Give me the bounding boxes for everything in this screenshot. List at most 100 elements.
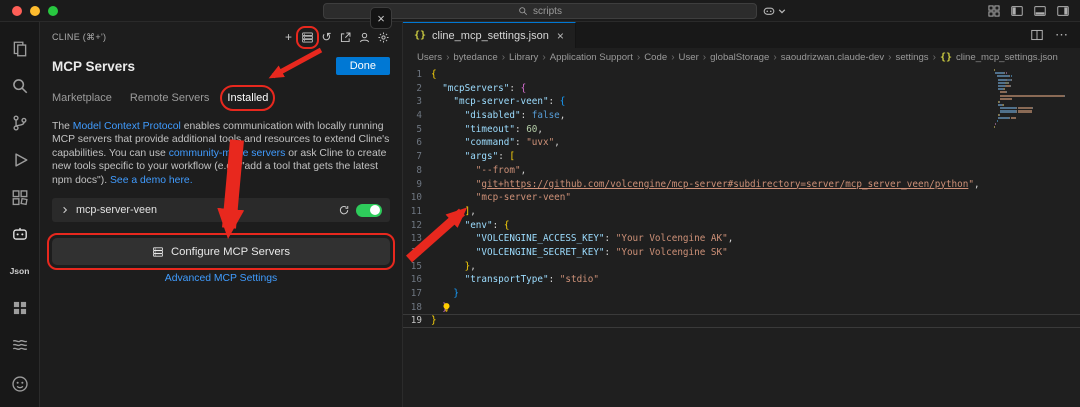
breadcrumb-item[interactable]: Library — [509, 52, 538, 63]
close-tab-icon[interactable]: × — [557, 29, 564, 43]
toggle-secondary-sidebar-icon[interactable] — [1056, 4, 1070, 18]
code-line-5[interactable]: 5 "timeout": 60, — [403, 123, 1080, 137]
code-line-3[interactable]: 3 "mcp-server-veen": { — [403, 95, 1080, 109]
code-line-16[interactable]: 16 "transportType": "stdio" — [403, 273, 1080, 287]
activity-item-cline[interactable] — [9, 223, 31, 245]
minimize-window-button[interactable] — [30, 6, 40, 16]
chevron-down-icon — [778, 7, 786, 15]
breadcrumb[interactable]: Users›bytedance›Library›Application Supp… — [403, 48, 1080, 66]
breadcrumb-item[interactable]: settings — [896, 52, 929, 63]
description-link[interactable]: See a demo here. — [110, 175, 193, 186]
breadcrumb-item[interactable]: saoudrizwan.claude-dev — [781, 52, 884, 63]
description-link[interactable]: Model Context Protocol — [73, 121, 181, 132]
activity-item-blocks[interactable] — [9, 297, 31, 319]
history-button[interactable]: ↺ — [320, 31, 333, 44]
vscode-window: scripts Json × CLINE (⌘+') + ↺ — [0, 0, 1080, 407]
server-enabled-toggle[interactable] — [356, 204, 382, 217]
new-task-button[interactable]: + — [282, 31, 295, 44]
lightbulb-icon[interactable] — [441, 302, 452, 313]
server-row[interactable]: mcp-server-veen — [52, 198, 390, 222]
search-icon — [518, 6, 528, 16]
tab-installed[interactable]: Installed — [227, 92, 268, 104]
advanced-mcp-settings-link[interactable]: Advanced MCP Settings — [52, 273, 390, 284]
code-line-14[interactable]: 14 "VOLCENGINE_SECRET_KEY": "Your Volcen… — [403, 246, 1080, 260]
more-actions-icon[interactable]: ⋯ — [1055, 27, 1068, 43]
code-editor[interactable]: 1{2 "mcpServers": {3 "mcp-server-veen": … — [403, 66, 1080, 407]
search-icon — [11, 77, 29, 95]
extensions-icon — [11, 188, 29, 206]
code-line-19[interactable]: 19} — [403, 314, 1080, 328]
code-line-1[interactable]: 1{ — [403, 68, 1080, 82]
activity-item-json[interactable]: Json — [9, 260, 31, 282]
activity-item-run-debug[interactable] — [9, 149, 31, 171]
layout-grid-icon[interactable] — [987, 4, 1001, 18]
line-number: 14 — [403, 246, 431, 260]
copilot-menu[interactable] — [762, 4, 786, 18]
line-number: 1 — [403, 68, 431, 82]
tab-remote-servers[interactable]: Remote Servers — [130, 92, 209, 104]
done-button[interactable]: Done — [336, 57, 390, 75]
code-lines: 1{2 "mcpServers": {3 "mcp-server-veen": … — [403, 68, 1080, 328]
zoom-window-button[interactable] — [48, 6, 58, 16]
line-number: 11 — [403, 205, 431, 219]
breadcrumb-separator: › — [933, 52, 936, 63]
breadcrumb-item[interactable]: Code — [644, 52, 667, 63]
account-button[interactable] — [358, 31, 371, 44]
toggle-primary-sidebar-icon[interactable] — [1010, 4, 1024, 18]
activity-item-extensions[interactable] — [9, 186, 31, 208]
code-line-10[interactable]: 10 "mcp-server-veen" — [403, 191, 1080, 205]
breadcrumb-separator: › — [446, 52, 449, 63]
description-link[interactable]: community-made servers — [169, 148, 286, 159]
activity-item-assistant[interactable] — [9, 373, 31, 395]
split-editor-icon[interactable] — [1030, 28, 1044, 42]
activity-item-explorer[interactable] — [9, 38, 31, 60]
close-panel-button[interactable]: × — [370, 7, 392, 29]
minimap[interactable] — [994, 69, 1080, 130]
configure-mcp-servers-button[interactable]: Configure MCP Servers — [52, 238, 390, 265]
json-icon: Json — [10, 266, 30, 276]
settings-gear-button[interactable] — [377, 31, 390, 44]
open-in-editor-button[interactable] — [339, 31, 352, 44]
code-line-9[interactable]: 9 "git+https://github.com/volcengine/mcp… — [403, 178, 1080, 192]
breadcrumb-item[interactable]: bytedance — [453, 52, 497, 63]
mcp-servers-button[interactable] — [301, 31, 314, 44]
code-line-15[interactable]: 15 }, — [403, 260, 1080, 274]
editor-actions: ⋯ — [1030, 22, 1080, 48]
toggle-panel-icon[interactable] — [1033, 4, 1047, 18]
tab-marketplace[interactable]: Marketplace — [52, 92, 112, 104]
breadcrumb-item[interactable]: globalStorage — [710, 52, 769, 63]
line-number: 2 — [403, 82, 431, 96]
code-line-6[interactable]: 6 "command": "uvx", — [403, 136, 1080, 150]
line-number: 13 — [403, 232, 431, 246]
blocks-icon — [11, 299, 29, 317]
chevron-right-icon — [60, 205, 70, 215]
code-line-18[interactable]: 18 } — [403, 301, 1080, 315]
mcp-tabs: Marketplace Remote Servers Installed — [52, 90, 390, 105]
code-line-17[interactable]: 17 } — [403, 287, 1080, 301]
restart-server-icon[interactable] — [338, 204, 350, 216]
code-line-13[interactable]: 13 "VOLCENGINE_ACCESS_KEY": "Your Volcen… — [403, 232, 1080, 246]
toggle-knob — [370, 205, 380, 215]
code-line-4[interactable]: 4 "disabled": false, — [403, 109, 1080, 123]
json-file-icon: {} — [414, 30, 426, 41]
line-number: 18 — [403, 301, 431, 315]
activity-item-source-control[interactable] — [9, 112, 31, 134]
editor-tab-cline-mcp-settings[interactable]: {} cline_mcp_settings.json × — [403, 22, 576, 48]
breadcrumb-item[interactable]: Users — [417, 52, 442, 63]
code-line-7[interactable]: 7 "args": [ — [403, 150, 1080, 164]
editor-tab-bar: {} cline_mcp_settings.json × ⋯ — [403, 22, 1080, 48]
code-line-8[interactable]: 8 "--from", — [403, 164, 1080, 178]
activity-item-search[interactable] — [9, 75, 31, 97]
breadcrumb-item[interactable]: User — [679, 52, 699, 63]
json-file-icon: {} — [940, 52, 952, 63]
code-line-11[interactable]: 11 ], — [403, 205, 1080, 219]
activity-item-waves[interactable] — [9, 334, 31, 356]
line-number: 6 — [403, 136, 431, 150]
code-line-12[interactable]: 12 "env": { — [403, 219, 1080, 233]
breadcrumb-item[interactable]: cline_mcp_settings.json — [956, 52, 1058, 63]
mcp-description: The Model Context Protocol enables commu… — [52, 120, 390, 187]
close-window-button[interactable] — [12, 6, 22, 16]
breadcrumb-item[interactable]: Application Support — [550, 52, 633, 63]
code-line-2[interactable]: 2 "mcpServers": { — [403, 82, 1080, 96]
run-debug-icon — [11, 151, 29, 169]
